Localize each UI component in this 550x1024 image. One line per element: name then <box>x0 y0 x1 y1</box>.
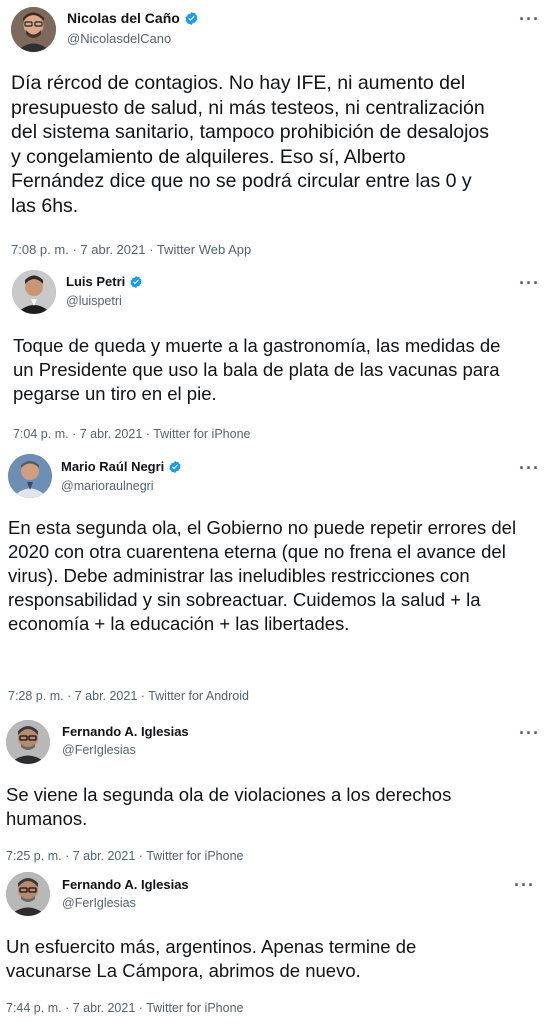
avatar-image <box>6 872 50 916</box>
tweet-meta: 7:04 p. m. · 7 abr. 2021 · Twitter for i… <box>13 427 250 441</box>
tweet-time[interactable]: 7:08 p. m. <box>11 242 69 257</box>
author-handle[interactable]: @marioraulnegri <box>61 479 154 493</box>
tweet-time[interactable]: 7:04 p. m. <box>13 427 69 441</box>
avatar[interactable] <box>8 454 52 498</box>
tweet-time[interactable]: 7:28 p. m. <box>8 689 64 703</box>
meta-separator: · <box>65 849 70 863</box>
author-handle[interactable]: @NicolasdelCano <box>67 31 171 46</box>
author-handle[interactable]: @FerIglesias <box>62 743 136 757</box>
meta-separator: · <box>138 849 143 863</box>
tweet-card: Mario Raúl Negri @marioraulnegri ··· En … <box>0 448 550 713</box>
author-name[interactable]: Mario Raúl Negri <box>61 459 164 474</box>
more-icon[interactable]: ··· <box>519 10 540 28</box>
verified-badge-icon <box>168 460 182 474</box>
more-icon[interactable]: ··· <box>514 876 535 894</box>
tweet-text: Toque de queda y muerte a la gastronomía… <box>13 335 501 404</box>
tweet-client[interactable]: Twitter Web App <box>157 242 251 257</box>
more-icon[interactable]: ··· <box>519 459 540 477</box>
tweet-text: Un esfuercito más, argentinos. Apenas te… <box>6 936 417 981</box>
author-name[interactable]: Luis Petri <box>66 274 125 289</box>
tweet-card: Fernando A. Iglesias @FerIglesias ··· Un… <box>0 868 550 1024</box>
tweet-card: Nicolas del Caño @NicolasdelCano ··· Día… <box>0 0 550 262</box>
tweet-meta: 7:08 p. m. · 7 abr. 2021 · Twitter Web A… <box>11 242 251 257</box>
avatar[interactable] <box>11 7 56 52</box>
avatar-image <box>6 720 50 764</box>
author-handle[interactable]: @FerIglesias <box>62 896 136 910</box>
tweet-date[interactable]: 7 abr. 2021 <box>80 427 143 441</box>
meta-separator: · <box>138 1001 143 1015</box>
tweet-card: Luis Petri @luispetri ··· Toque de queda… <box>0 262 550 448</box>
avatar-image <box>11 7 56 52</box>
tweet-meta: 7:44 p. m. · 7 abr. 2021 · Twitter for i… <box>6 1001 243 1015</box>
tweet-text: Se viene la segunda ola de violaciones a… <box>6 784 452 829</box>
meta-separator: · <box>72 427 77 441</box>
tweet-time[interactable]: 7:25 p. m. <box>6 849 62 863</box>
tweet-text: Día rércod de contagios. No hay IFE, ni … <box>11 72 490 217</box>
more-icon[interactable]: ··· <box>519 724 540 742</box>
meta-separator: · <box>140 689 145 703</box>
tweet-client[interactable]: Twitter for iPhone <box>146 849 243 863</box>
author-handle[interactable]: @luispetri <box>66 294 122 308</box>
author-name[interactable]: Fernando A. Iglesias <box>62 724 189 739</box>
avatar[interactable] <box>6 720 50 764</box>
tweet-date[interactable]: 7 abr. 2021 <box>73 849 136 863</box>
avatar-image <box>12 270 56 314</box>
tweet-date[interactable]: 7 abr. 2021 <box>75 689 138 703</box>
verified-badge-icon <box>129 275 143 289</box>
verified-badge-icon <box>184 11 199 26</box>
tweet-meta: 7:28 p. m. · 7 abr. 2021 · Twitter for A… <box>8 689 249 703</box>
meta-separator: · <box>149 242 154 257</box>
tweet-client[interactable]: Twitter for iPhone <box>146 1001 243 1015</box>
tweet-client[interactable]: Twitter for iPhone <box>153 427 250 441</box>
tweet-text: En esta segunda ola, el Gobierno no pued… <box>8 517 517 634</box>
meta-separator: · <box>145 427 150 441</box>
tweet-time[interactable]: 7:44 p. m. <box>6 1001 62 1015</box>
author-name[interactable]: Nicolas del Caño <box>67 10 180 26</box>
tweet-date[interactable]: 7 abr. 2021 <box>80 242 145 257</box>
meta-separator: · <box>72 242 77 257</box>
avatar-image <box>8 454 52 498</box>
tweet-meta: 7:25 p. m. · 7 abr. 2021 · Twitter for i… <box>6 849 243 863</box>
avatar[interactable] <box>12 270 56 314</box>
more-icon[interactable]: ··· <box>519 274 540 292</box>
meta-separator: · <box>67 689 72 703</box>
avatar[interactable] <box>6 872 50 916</box>
author-name[interactable]: Fernando A. Iglesias <box>62 877 189 892</box>
tweet-card: Fernando A. Iglesias @FerIglesias ··· Se… <box>0 713 550 868</box>
meta-separator: · <box>65 1001 70 1015</box>
tweet-date[interactable]: 7 abr. 2021 <box>73 1001 136 1015</box>
tweet-client[interactable]: Twitter for Android <box>148 689 249 703</box>
